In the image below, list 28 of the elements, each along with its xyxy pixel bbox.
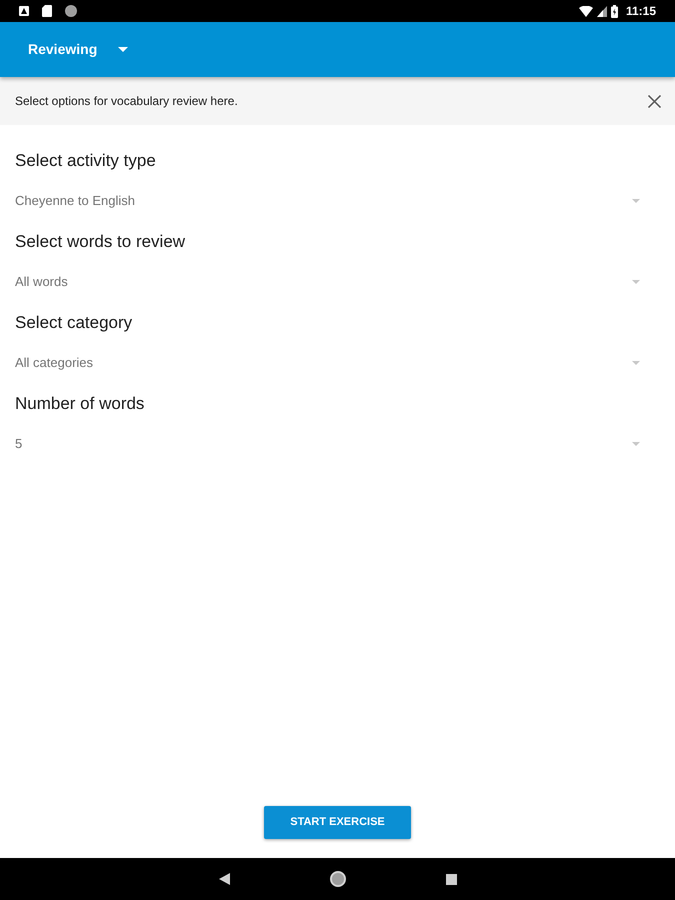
- close-icon: [648, 94, 660, 108]
- caret-icon: [632, 199, 640, 203]
- circle-icon: [65, 5, 77, 17]
- caret-icon: [632, 442, 640, 446]
- caret-icon: [118, 47, 128, 52]
- recents-icon[interactable]: [446, 874, 456, 884]
- select-dropdown[interactable]: 5: [15, 429, 640, 459]
- back-icon[interactable]: [218, 873, 230, 885]
- close-button[interactable]: [647, 94, 661, 108]
- field-label: Select words to review: [15, 231, 186, 253]
- wifi-icon: [578, 6, 593, 16]
- status-time: 11:15: [626, 5, 656, 17]
- select-dropdown[interactable]: All categories: [15, 348, 640, 378]
- select-dropdown[interactable]: Cheyenne to English: [15, 186, 640, 216]
- select-dropdown[interactable]: All words: [15, 267, 640, 297]
- battery-icon: [610, 4, 618, 18]
- field-label: Select category: [15, 312, 132, 334]
- home-icon[interactable]: [330, 871, 346, 887]
- start-exercise-button[interactable]: START EXERCISE: [264, 806, 411, 839]
- reviewing-dropdown[interactable]: Reviewing: [28, 39, 128, 60]
- banner-text: Select options for vocabulary review here.: [15, 93, 239, 110]
- signal-icon: [596, 6, 607, 16]
- caret-icon: [632, 280, 640, 284]
- tile-icon: [19, 6, 29, 16]
- field-label: Select activity type: [15, 150, 156, 172]
- sd-card-icon: [42, 5, 52, 17]
- caret-icon: [632, 361, 640, 365]
- field-label: Number of words: [15, 393, 144, 415]
